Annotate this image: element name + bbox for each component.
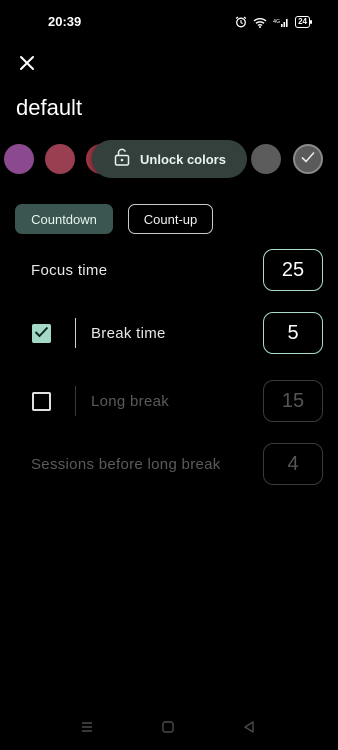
sessions-label: Sessions before long break [31, 456, 221, 473]
lock-open-icon [114, 148, 130, 171]
battery-indicator: 24 [295, 16, 312, 28]
color-swatch[interactable] [4, 144, 34, 174]
divider [75, 318, 76, 348]
color-swatch[interactable] [45, 144, 75, 174]
break-time-label: Break time [91, 325, 166, 342]
sessions-input[interactable]: 4 [263, 443, 323, 485]
long-break-checkbox[interactable] [32, 392, 51, 411]
unlock-colors-label: Unlock colors [140, 151, 226, 167]
break-time-input[interactable]: 5 [263, 312, 323, 354]
divider [75, 386, 76, 416]
signal-icon: 4G [273, 17, 289, 28]
status-bar: 20:39 4G 24 [0, 0, 338, 44]
check-icon [300, 150, 316, 169]
menu-icon[interactable] [80, 720, 94, 739]
color-swatch-selected[interactable] [293, 144, 323, 174]
back-icon[interactable] [242, 720, 256, 739]
focus-time-input[interactable]: 25 [263, 249, 323, 291]
close-icon [19, 55, 35, 76]
wifi-icon [253, 17, 267, 28]
focus-time-label: Focus time [31, 262, 108, 279]
close-button[interactable] [14, 52, 40, 78]
system-nav-bar [0, 706, 338, 750]
color-swatch[interactable] [251, 144, 281, 174]
home-icon[interactable] [161, 720, 175, 739]
long-break-input[interactable]: 15 [263, 380, 323, 422]
unlock-colors-button[interactable]: Unlock colors [92, 140, 247, 178]
countup-mode-button[interactable]: Count-up [128, 204, 213, 234]
svg-text:4G: 4G [273, 19, 280, 25]
long-break-label: Long break [91, 393, 170, 410]
status-icons: 4G 24 [235, 14, 312, 30]
break-time-checkbox[interactable] [32, 324, 51, 343]
profile-name[interactable]: default [16, 95, 82, 121]
status-time: 20:39 [48, 14, 82, 29]
countdown-mode-button[interactable]: Countdown [15, 204, 113, 234]
alarm-icon [235, 16, 247, 28]
checkmark-icon [34, 325, 49, 343]
